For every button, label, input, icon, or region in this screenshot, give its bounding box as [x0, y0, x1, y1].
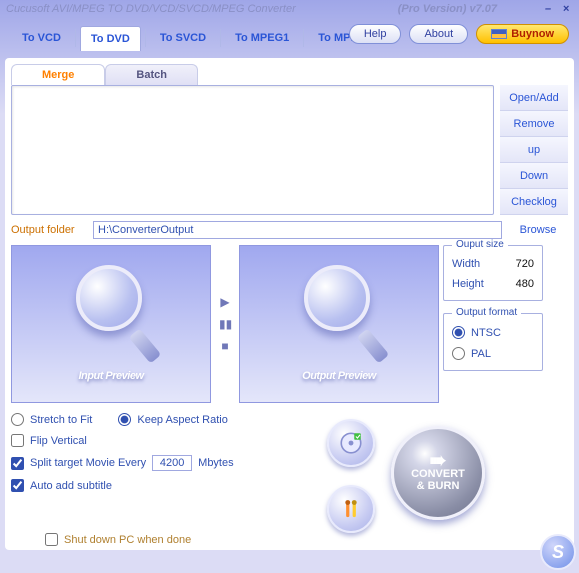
output-preview-label: Output Preview [240, 363, 438, 384]
output-folder-input[interactable] [93, 221, 502, 239]
minimize-button[interactable]: – [541, 2, 555, 16]
subtab-batch[interactable]: Batch [105, 64, 198, 85]
keep-aspect-radio[interactable]: Keep Aspect Ratio [118, 413, 228, 426]
convert-arrow-icon: ➠ [430, 454, 447, 468]
app-title: Cucusoft AVI/MPEG TO DVD/VCD/SVCD/MPEG C… [6, 3, 398, 15]
stop-button[interactable]: ■ [219, 340, 231, 352]
auto-subtitle-checkbox[interactable]: Auto add subtitle [11, 479, 311, 492]
close-button[interactable]: × [559, 2, 573, 16]
about-button[interactable]: About [409, 24, 468, 44]
input-preview-label: Input Preview [12, 363, 210, 384]
output-folder-label: Output folder [11, 224, 87, 236]
app-version: (Pro Version) v7.07 [398, 3, 497, 15]
subtab-merge[interactable]: Merge [11, 64, 105, 85]
open-add-button[interactable]: Open/Add [500, 85, 568, 111]
output-preview: Output Preview [239, 245, 439, 403]
up-button[interactable]: up [500, 137, 568, 163]
down-button[interactable]: Down [500, 163, 568, 189]
buynow-button[interactable]: Buynow [476, 24, 569, 44]
tab-to-dvd[interactable]: To DVD [80, 26, 141, 51]
browse-button[interactable]: Browse [508, 224, 568, 236]
checklog-button[interactable]: Checklog [500, 189, 568, 215]
flip-checkbox[interactable]: Flip Vertical [11, 434, 311, 447]
tab-to-svcd[interactable]: To SVCD [150, 26, 216, 51]
height-input[interactable] [504, 278, 534, 290]
output-size-legend: Ouput size [452, 239, 508, 250]
tab-to-vcd[interactable]: To VCD [12, 26, 71, 51]
divider [220, 29, 221, 47]
divider [75, 29, 76, 47]
convert-burn-button[interactable]: ➠ CONVERT & BURN [391, 426, 485, 520]
split-checkbox[interactable]: Split target Movie EveryMbytes [11, 455, 311, 471]
divider [145, 29, 146, 47]
height-label: Height [452, 278, 484, 290]
convert-label-2: & BURN [417, 480, 460, 492]
credit-card-icon [491, 29, 507, 39]
buynow-label: Buynow [511, 28, 554, 40]
pause-button[interactable]: ▮▮ [219, 318, 231, 330]
play-button[interactable]: ▶ [219, 296, 231, 308]
width-input[interactable] [504, 258, 534, 270]
width-label: Width [452, 258, 480, 270]
ntsc-radio[interactable]: NTSC [450, 322, 536, 343]
output-format-group: Output format NTSC PAL [443, 313, 543, 371]
pal-radio[interactable]: PAL [450, 343, 536, 364]
divider [303, 29, 304, 47]
input-preview: Input Preview [11, 245, 211, 403]
disc-icon [338, 430, 364, 456]
brand-logo-icon: S [540, 534, 576, 570]
stretch-radio[interactable]: Stretch to Fit [11, 413, 92, 426]
help-button[interactable]: Help [349, 24, 402, 44]
remove-button[interactable]: Remove [500, 111, 568, 137]
output-size-group: Ouput size Width Height [443, 245, 543, 301]
tab-to-mpeg1[interactable]: To MPEG1 [225, 26, 299, 51]
tools-icon [338, 496, 364, 522]
convert-label-1: CONVERT [411, 468, 465, 480]
magnifier-icon [294, 265, 384, 355]
output-format-legend: Output format [452, 307, 521, 318]
tools-button[interactable] [327, 485, 375, 533]
disc-button[interactable] [327, 419, 375, 467]
file-list[interactable] [11, 85, 494, 215]
magnifier-icon [66, 265, 156, 355]
split-size-input[interactable] [152, 455, 192, 471]
shutdown-checkbox[interactable]: Shut down PC when done [45, 533, 191, 546]
